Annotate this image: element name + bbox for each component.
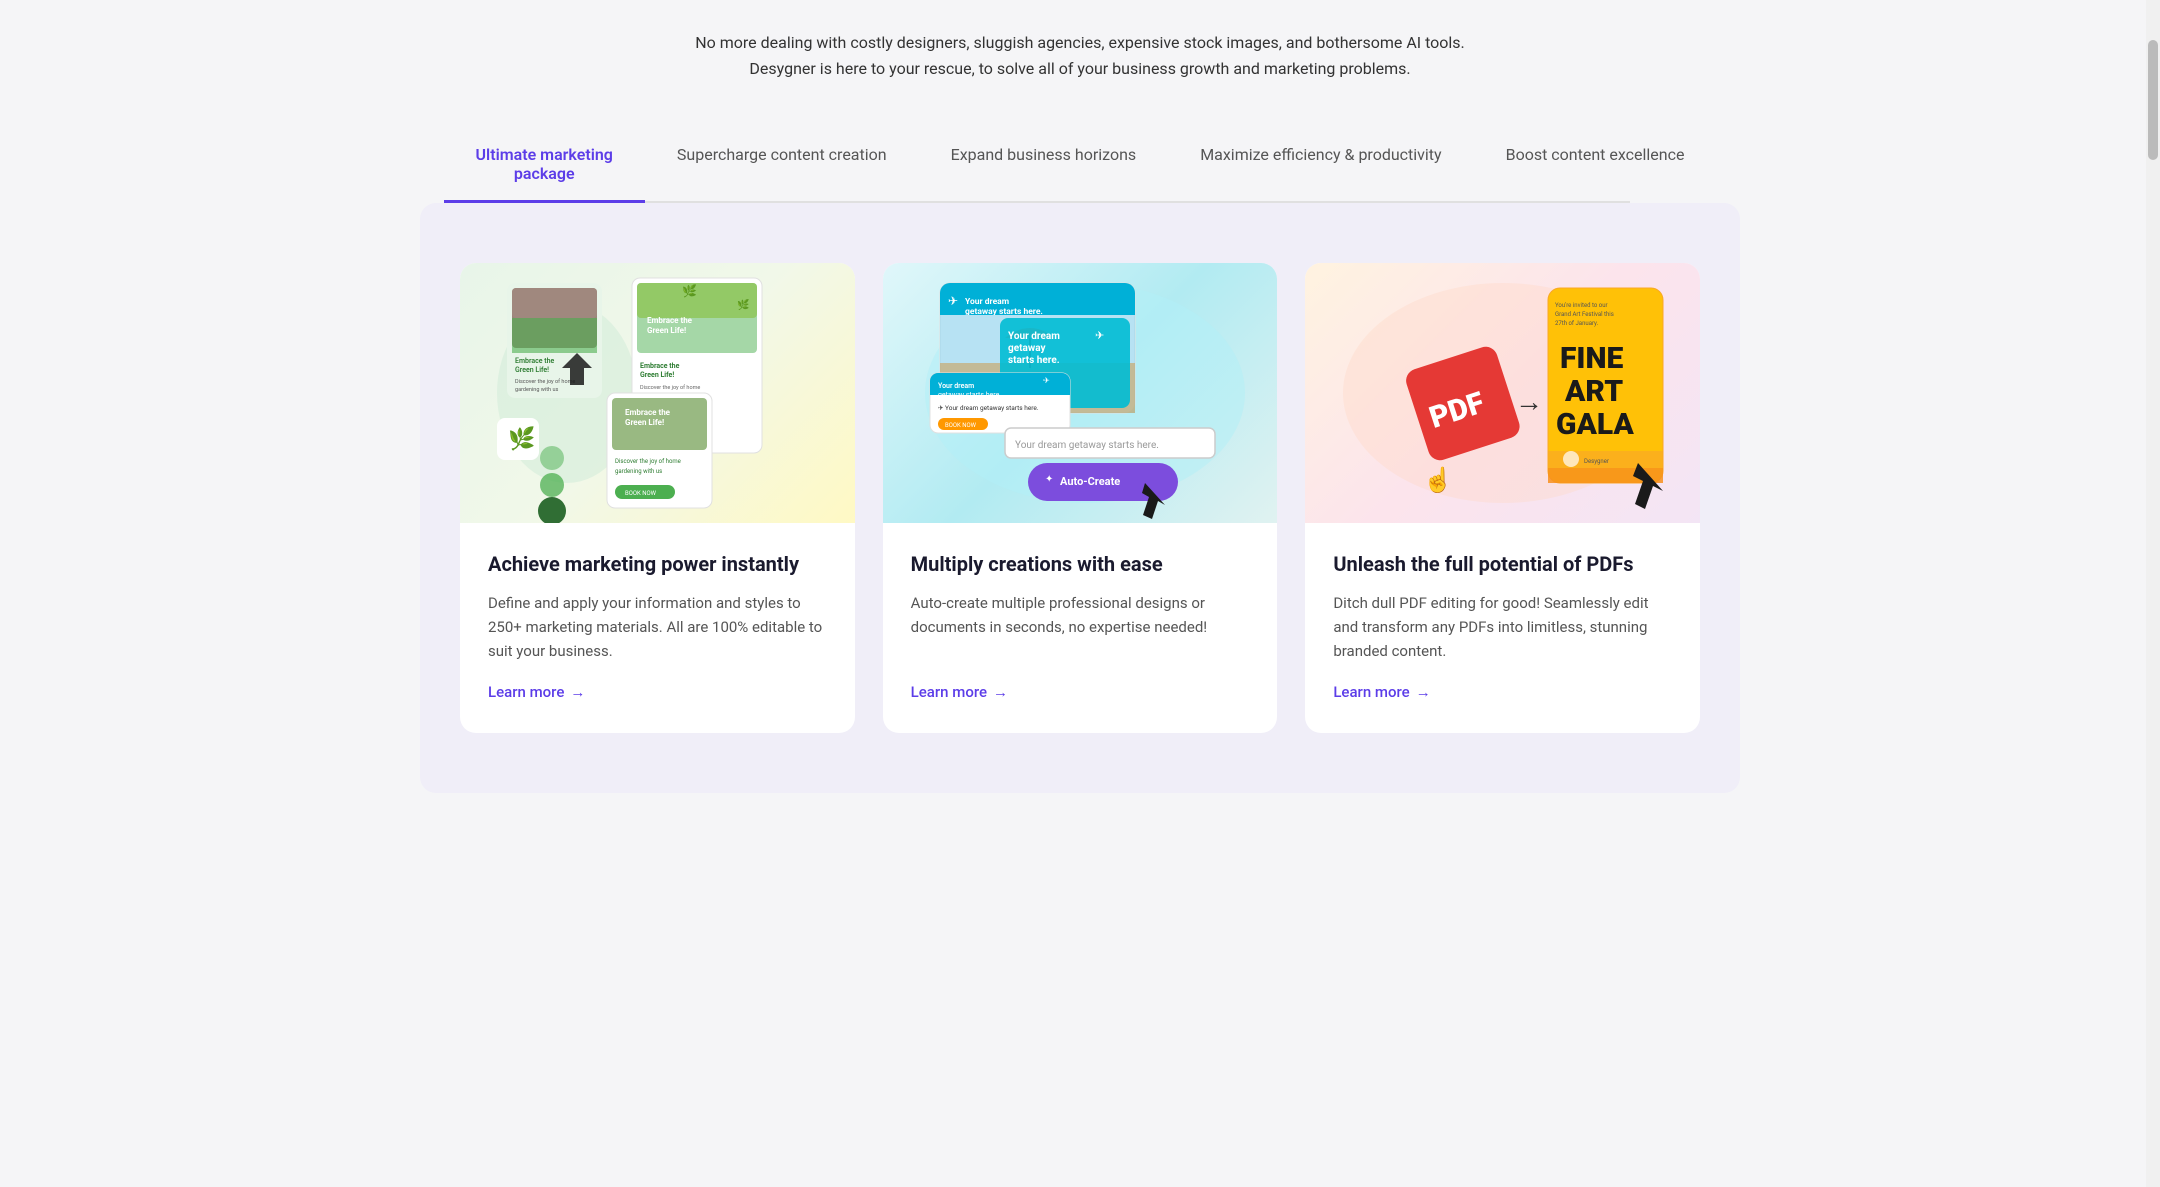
svg-text:→: → <box>1515 385 1543 418</box>
card-marketing-desc: Define and apply your information and st… <box>488 591 827 663</box>
svg-text:Your dream: Your dream <box>938 382 974 390</box>
svg-text:✦: ✦ <box>1045 474 1053 485</box>
cards-grid: Embrace the Green Life! Discover the joy… <box>460 263 1700 733</box>
svg-text:✈: ✈ <box>948 294 958 308</box>
svg-text:starts here.: starts here. <box>1008 355 1060 366</box>
svg-text:✈: ✈ <box>1095 329 1104 342</box>
card-multiply-learn-more[interactable]: Learn more → <box>911 683 1250 701</box>
pdf-scene-svg: PDF → You're invited to our Grand Art Fe… <box>1323 263 1683 523</box>
svg-text:Your dream: Your dream <box>965 297 1009 307</box>
svg-text:Green Life!: Green Life! <box>515 366 549 374</box>
svg-text:Grand Art Festival this: Grand Art Festival this <box>1555 311 1614 318</box>
card-multiply-body: Multiply creations with ease Auto-create… <box>883 523 1278 733</box>
beach-scene-svg: ✈ Your dream getaway starts here. Your d… <box>900 263 1260 523</box>
svg-text:Discover the joy of home: Discover the joy of home <box>515 378 575 385</box>
svg-text:ART: ART <box>1564 374 1623 409</box>
svg-text:BOOK NOW: BOOK NOW <box>625 490 657 497</box>
card-multiply-title: Multiply creations with ease <box>911 551 1250 577</box>
arrow-right-icon: → <box>570 683 585 701</box>
svg-text:🌿: 🌿 <box>508 426 535 452</box>
svg-text:Green Life!: Green Life! <box>640 371 674 379</box>
svg-text:You're invited to our: You're invited to our <box>1555 302 1608 309</box>
svg-text:Embrace the: Embrace the <box>625 408 671 417</box>
card-marketing: Embrace the Green Life! Discover the joy… <box>460 263 855 733</box>
svg-text:✈ Your dream getaway starts he: ✈ Your dream getaway starts here. <box>938 404 1039 412</box>
marketing-collage-svg: Embrace the Green Life! Discover the joy… <box>477 263 837 523</box>
svg-text:Embrace the: Embrace the <box>647 316 693 325</box>
arrow-right-icon: → <box>993 683 1008 701</box>
card-multiply-desc: Auto-create multiple professional design… <box>911 591 1250 663</box>
svg-text:Discover the joy of home: Discover the joy of home <box>640 384 700 391</box>
card-marketing-body: Achieve marketing power instantly Define… <box>460 523 855 733</box>
svg-text:Embrace the: Embrace the <box>515 357 555 365</box>
svg-text:getaway: getaway <box>1008 343 1046 354</box>
card-multiply: ✈ Your dream getaway starts here. Your d… <box>883 263 1278 733</box>
tab-boost[interactable]: Boost content excellence <box>1474 131 1717 201</box>
svg-text:getaway starts here.: getaway starts here. <box>938 391 1001 399</box>
top-description: No more dealing with costly designers, s… <box>420 0 1740 101</box>
svg-text:FINE: FINE <box>1560 341 1624 376</box>
content-area: Embrace the Green Life! Discover the joy… <box>420 203 1740 793</box>
svg-text:🌿: 🌿 <box>682 284 697 298</box>
svg-text:✈: ✈ <box>1043 376 1050 385</box>
svg-text:Green Life!: Green Life! <box>647 326 686 335</box>
svg-text:🌿: 🌿 <box>737 298 749 311</box>
card-marketing-learn-more[interactable]: Learn more → <box>488 683 827 701</box>
svg-text:☝: ☝ <box>1423 465 1453 494</box>
card-pdf-body: Unleash the full potential of PDFs Ditch… <box>1305 523 1700 733</box>
tabs-nav: Ultimate marketingpackage Supercharge co… <box>530 131 1630 203</box>
card-marketing-image: Embrace the Green Life! Discover the joy… <box>460 263 855 523</box>
card-pdf-image: PDF → You're invited to our Grand Art Fe… <box>1305 263 1700 523</box>
card-pdf-title: Unleash the full potential of PDFs <box>1333 551 1672 577</box>
svg-text:GALA: GALA <box>1556 407 1634 442</box>
svg-text:Discover the joy of home: Discover the joy of home <box>615 458 681 465</box>
arrow-right-icon: → <box>1416 683 1431 701</box>
card-pdf: PDF → You're invited to our Grand Art Fe… <box>1305 263 1700 733</box>
svg-text:Your dream getaway starts here: Your dream getaway starts here. <box>1015 440 1159 451</box>
svg-text:Auto-Create: Auto-Create <box>1060 475 1120 488</box>
card-pdf-learn-more[interactable]: Learn more → <box>1333 683 1672 701</box>
card-marketing-title: Achieve marketing power instantly <box>488 551 827 577</box>
tab-ultimate[interactable]: Ultimate marketingpackage <box>444 131 645 201</box>
svg-text:27th of January.: 27th of January. <box>1555 320 1599 327</box>
card-pdf-desc: Ditch dull PDF editing for good! Seamles… <box>1333 591 1672 663</box>
tab-expand[interactable]: Expand business horizons <box>919 131 1169 201</box>
tab-supercharge[interactable]: Supercharge content creation <box>645 131 919 201</box>
card-multiply-image: ✈ Your dream getaway starts here. Your d… <box>883 263 1278 523</box>
svg-text:Your dream: Your dream <box>1008 331 1060 342</box>
svg-text:BOOK NOW: BOOK NOW <box>945 422 977 429</box>
tab-maximize[interactable]: Maximize efficiency & productivity <box>1168 131 1473 201</box>
svg-text:gardening with us: gardening with us <box>515 387 558 393</box>
svg-text:Embrace the: Embrace the <box>640 362 680 370</box>
svg-text:gardening with us: gardening with us <box>615 468 662 475</box>
svg-text:Desygner: Desygner <box>1584 458 1609 465</box>
svg-text:Green Life!: Green Life! <box>625 418 664 427</box>
